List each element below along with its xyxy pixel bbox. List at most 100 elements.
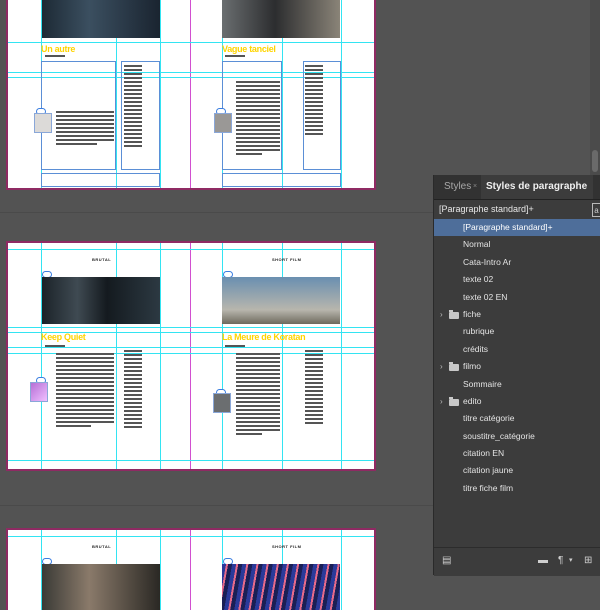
running-header[interactable]: BRUTAL: [92, 257, 111, 262]
new-group-icon[interactable]: ▬: [538, 555, 548, 567]
style-list-item[interactable]: Sommaire: [434, 376, 600, 393]
vertical-scrollbar[interactable]: [590, 0, 600, 175]
style-label: edito: [463, 395, 482, 406]
tab-styles[interactable]: Styles: [444, 175, 471, 199]
current-style-label: [Paragraphe standard]+: [439, 204, 534, 214]
style-label: crédits: [463, 343, 489, 354]
chevron-right-icon[interactable]: ›: [440, 358, 443, 375]
director-line: [45, 55, 65, 59]
style-label: soustitre_catégorie: [463, 430, 535, 441]
film-still-photo[interactable]: [222, 0, 340, 38]
row-guide: [8, 42, 374, 43]
style-list-item[interactable]: titre fiche film: [434, 480, 600, 497]
style-label: citation jaune: [463, 465, 514, 476]
style-list-item[interactable]: Normal: [434, 236, 600, 253]
style-label: Cata-Intro Ar: [463, 256, 512, 267]
credits-text: [305, 350, 323, 426]
style-label: Sommaire: [463, 378, 502, 389]
tab-close-icon[interactable]: ×: [473, 175, 477, 199]
folder-icon: [449, 362, 459, 372]
spread-2[interactable]: BRUTAL SHORT FILM Keep Quiet La Meure de…: [6, 241, 376, 471]
column-guide: [160, 530, 161, 610]
running-header[interactable]: BRUTAL: [92, 544, 111, 549]
film-still-photo[interactable]: [42, 277, 160, 324]
running-header[interactable]: SHORT FILM: [272, 257, 301, 262]
director-portrait[interactable]: [214, 113, 232, 133]
style-group-item[interactable]: › fiche: [434, 306, 600, 323]
style-list[interactable]: [Paragraphe standard]+ Normal Cata-Intro A…: [434, 219, 600, 497]
style-group-item[interactable]: › edito: [434, 393, 600, 410]
row-guide: [8, 460, 374, 461]
running-header[interactable]: SHORT FILM: [272, 544, 301, 549]
credits-text: [124, 350, 142, 430]
style-label: rubrique: [463, 326, 495, 337]
body-text: [56, 111, 114, 147]
style-list-item[interactable]: Cata-Intro Ar: [434, 254, 600, 271]
style-label: texte 02: [463, 274, 494, 285]
column-guide: [341, 0, 342, 188]
chevron-right-icon[interactable]: ›: [440, 393, 443, 410]
style-list-item[interactable]: [Paragraphe standard]+: [434, 219, 600, 237]
column-guide: [341, 243, 342, 469]
film-still-photo[interactable]: [222, 277, 340, 324]
body-text: [236, 81, 280, 157]
row-guide: [8, 327, 374, 328]
director-line: [225, 345, 245, 349]
new-style-icon[interactable]: ⊞: [584, 555, 592, 567]
film-still-photo[interactable]: [42, 0, 160, 38]
pasteboard-separator: [0, 212, 433, 213]
style-list-item[interactable]: rubrique: [434, 323, 600, 340]
style-label: [Paragraphe standard]+: [463, 222, 553, 232]
spread-3[interactable]: BRUTAL SHORT FILM: [6, 528, 376, 610]
director-portrait[interactable]: [30, 382, 48, 402]
film-still-photo[interactable]: [222, 564, 340, 610]
film-title[interactable]: Un autre: [41, 44, 75, 54]
column-guide: [341, 530, 342, 610]
body-text: [236, 353, 280, 437]
text-frame[interactable]: [41, 173, 160, 187]
style-list-item[interactable]: titre catégorie: [434, 410, 600, 427]
style-list-item[interactable]: citation EN: [434, 445, 600, 462]
row-guide: [8, 249, 374, 250]
style-label: texte 02 EN: [463, 291, 508, 302]
director-line: [225, 55, 245, 59]
style-list-item[interactable]: soustitre_catégorie: [434, 428, 600, 445]
film-title[interactable]: Vague tanciel: [222, 44, 276, 54]
row-guide: [8, 536, 374, 537]
create-style-from-selection-icon[interactable]: a: [592, 203, 600, 217]
style-list-item[interactable]: citation jaune: [434, 462, 600, 479]
clear-overrides-dropdown-icon[interactable]: ▾: [569, 555, 573, 567]
style-label: fiche: [463, 308, 481, 319]
credits-text: [124, 65, 142, 149]
style-group-item[interactable]: › filmo: [434, 358, 600, 375]
film-title[interactable]: La Meure de Koratan: [222, 332, 306, 342]
film-title[interactable]: Keep Quiet: [41, 332, 86, 342]
style-list-item[interactable]: texte 02: [434, 271, 600, 288]
style-label: titre fiche film: [463, 482, 514, 493]
spread-1[interactable]: Un autre Vague tanciel: [6, 0, 376, 190]
column-guide: [160, 0, 161, 188]
director-portrait[interactable]: [34, 113, 52, 133]
load-styles-icon[interactable]: ▤: [442, 555, 451, 567]
chevron-right-icon[interactable]: ›: [440, 306, 443, 323]
film-still-photo[interactable]: [42, 564, 160, 610]
spine-guide: [190, 0, 191, 188]
folder-icon: [449, 396, 459, 406]
folder-icon: [449, 309, 459, 319]
style-list-item[interactable]: texte 02 EN: [434, 289, 600, 306]
body-text: [56, 353, 114, 429]
panel-tabs: Styles × Styles de paragraphe: [434, 175, 600, 200]
spine-guide: [190, 243, 191, 469]
scrollbar-thumb[interactable]: [592, 150, 598, 172]
style-label: titre catégorie: [463, 413, 515, 424]
style-label: citation EN: [463, 448, 505, 459]
style-label: Normal: [463, 239, 491, 250]
panel-footer: ▤ ▬ ¶ ▾ ⊞: [434, 547, 600, 576]
director-portrait[interactable]: [213, 393, 231, 413]
tab-paragraph-styles[interactable]: Styles de paragraphe: [481, 175, 594, 199]
clear-overrides-icon[interactable]: ¶: [558, 555, 563, 567]
style-list-item[interactable]: crédits: [434, 341, 600, 358]
style-label: filmo: [463, 361, 481, 372]
text-frame[interactable]: [222, 173, 341, 187]
paragraph-styles-panel[interactable]: Styles × Styles de paragraphe [Paragraph…: [433, 175, 600, 576]
